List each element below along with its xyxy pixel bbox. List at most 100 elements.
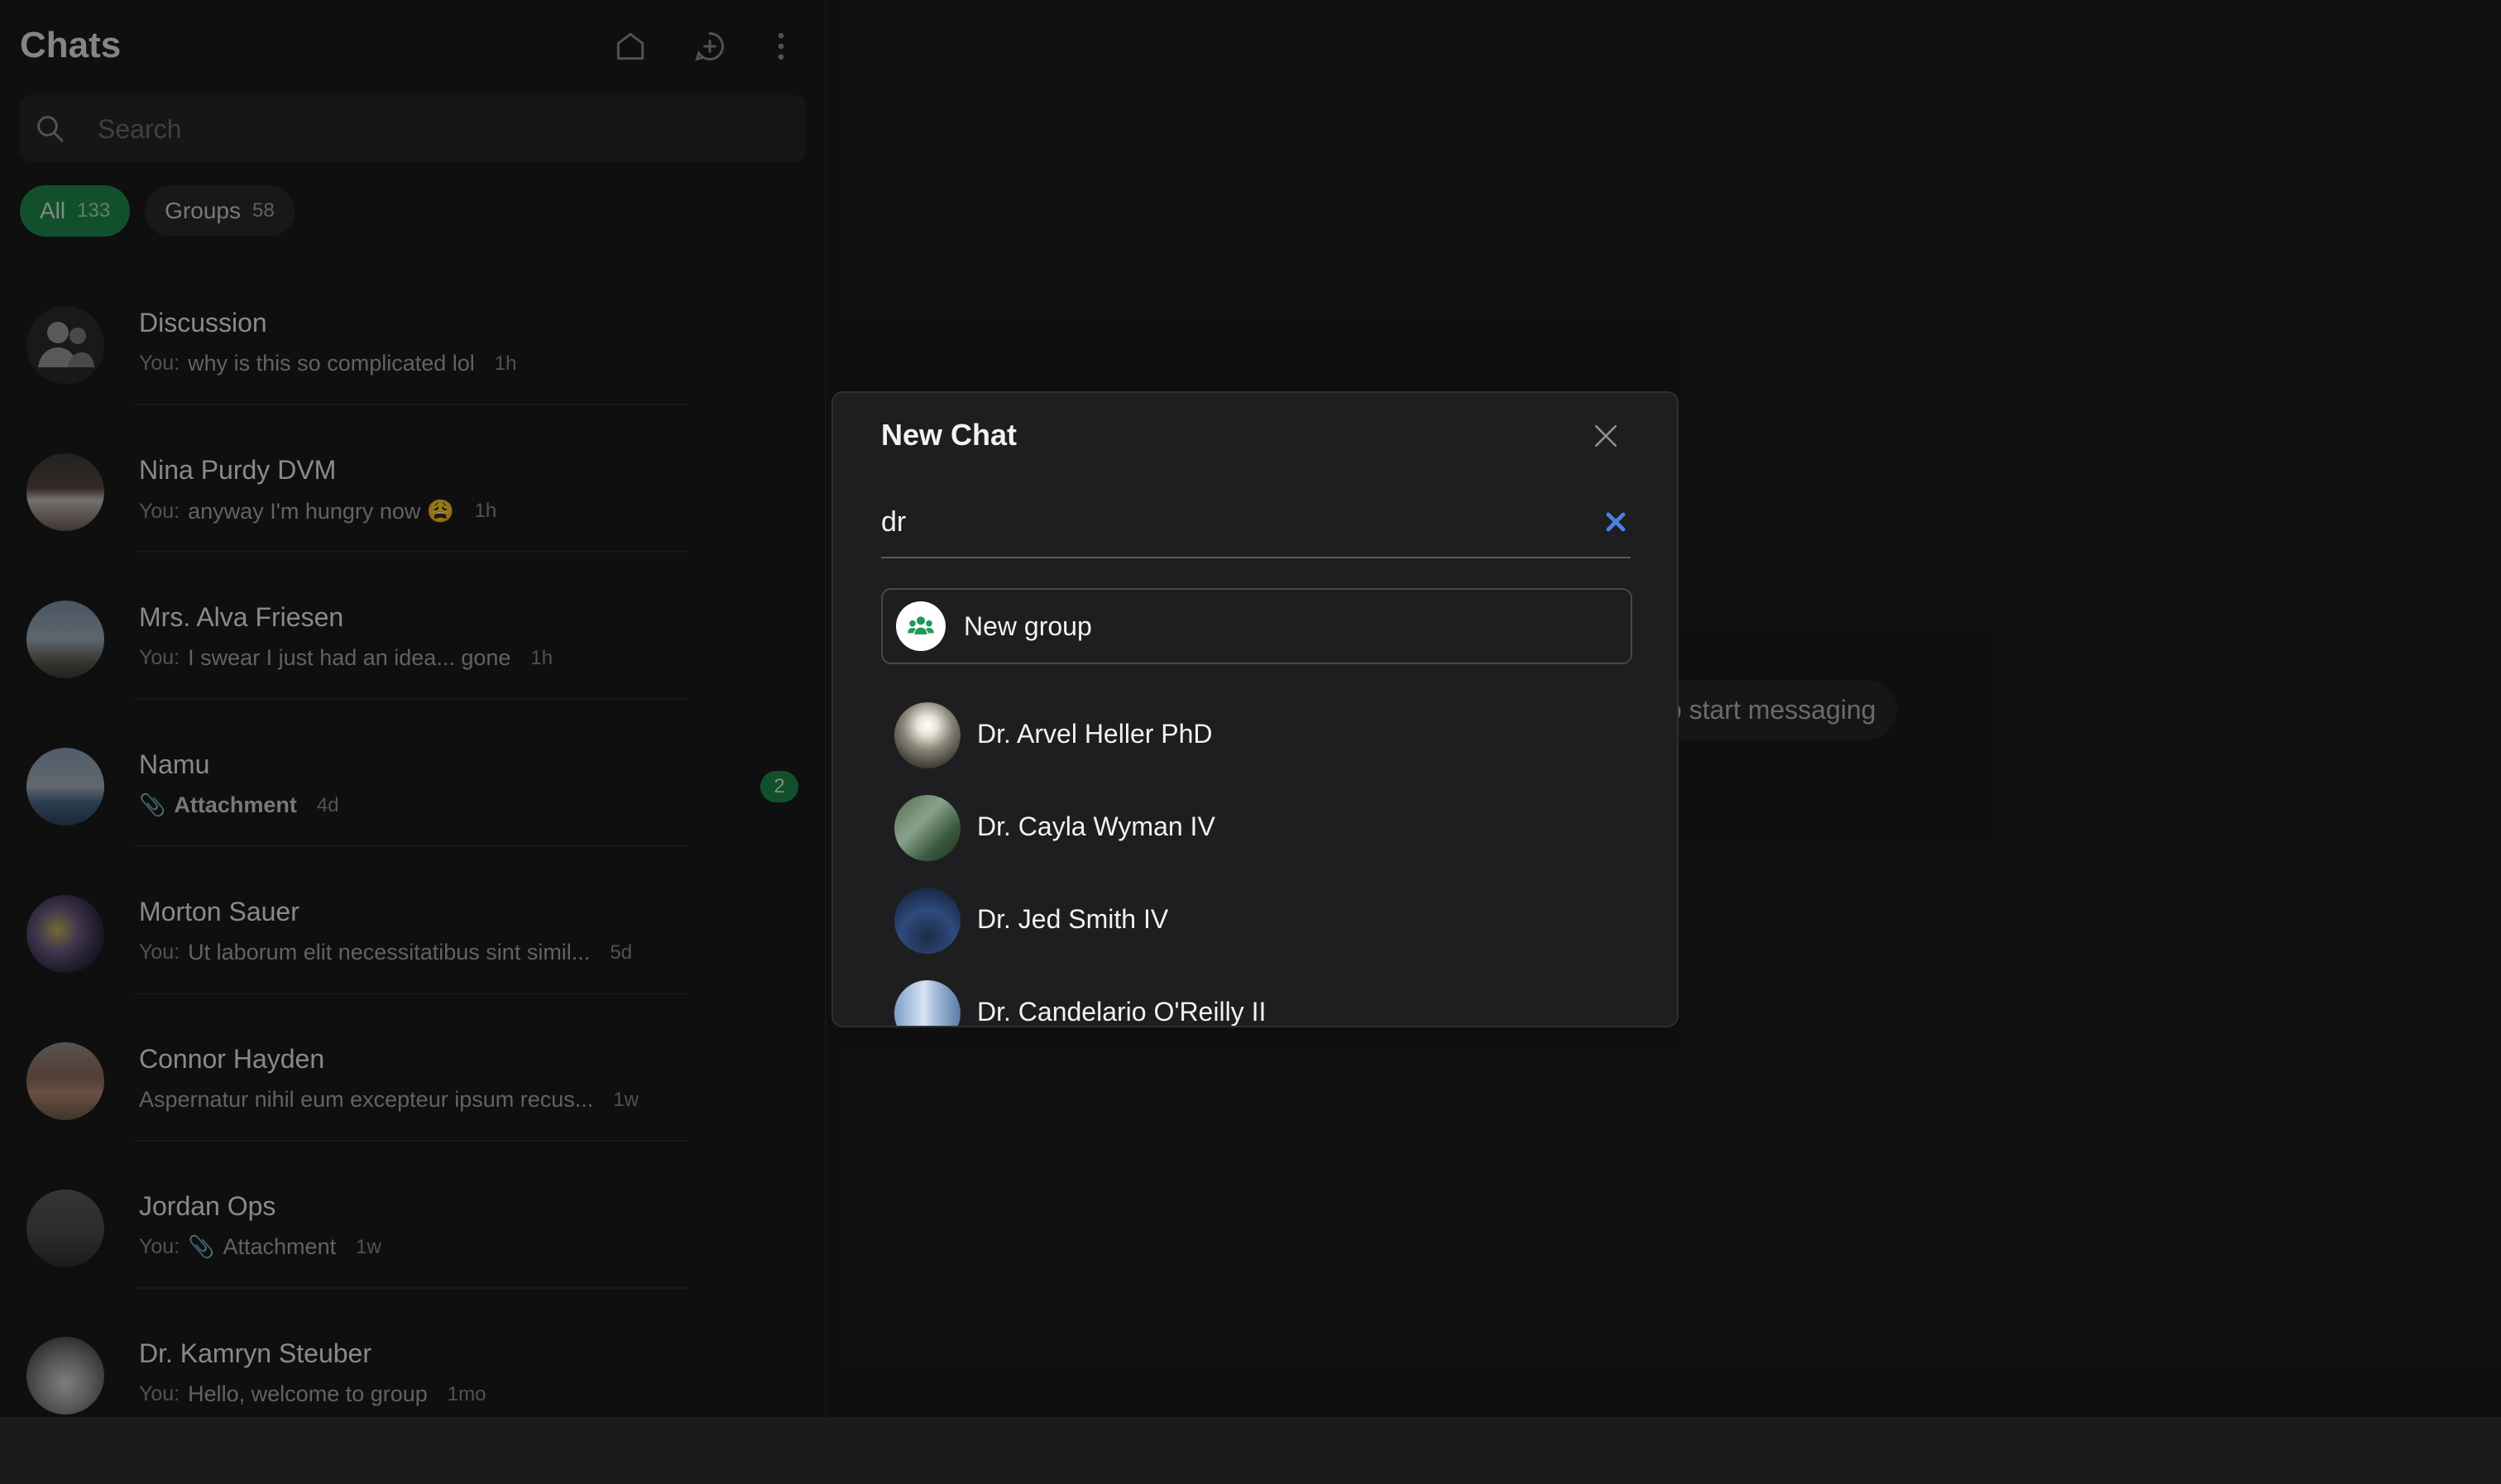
avatar (894, 888, 961, 954)
sidebar-header: Chats (20, 22, 805, 71)
you-prefix: You: (139, 499, 180, 523)
chat-preview: You: 📎 Attachment 1w (139, 1234, 381, 1260)
unread-badge: 2 (760, 771, 798, 802)
divider (134, 993, 688, 994)
close-icon[interactable] (1589, 419, 1622, 452)
chat-time: 1w (613, 1088, 639, 1111)
chat-preview: You: Ut laborum elit necessitatibus sint… (139, 940, 632, 965)
chat-row[interactable]: Jordan Ops You: 📎 Attachment 1w (0, 1190, 825, 1337)
avatar (26, 895, 104, 973)
last-message: Attachment (174, 792, 297, 817)
contact-item[interactable]: Dr. Jed Smith IV (894, 888, 1622, 980)
divider (134, 551, 688, 553)
chat-list: Discussion You: why is this so complicat… (0, 306, 825, 1484)
search-input[interactable] (96, 95, 778, 163)
avatar (26, 453, 104, 531)
chat-preview: 📎 Attachment 4d (139, 792, 339, 818)
filter-groups-label: Groups (165, 198, 241, 223)
last-message: Attachment (223, 1234, 337, 1259)
filter-groups[interactable]: Groups 58 (145, 185, 295, 237)
avatar (894, 980, 961, 1026)
contact-item[interactable]: Dr. Cayla Wyman IV (894, 795, 1622, 888)
new-chat-icon[interactable] (688, 25, 731, 68)
avatar (26, 1190, 104, 1267)
sidebar-title: Chats (20, 25, 122, 65)
search-box (20, 95, 806, 163)
filter-all-label: All (40, 198, 66, 223)
paperclip-icon: 📎 (139, 792, 166, 817)
chat-name: Nina Purdy DVM (139, 455, 337, 485)
chat-time: 1h (530, 646, 553, 669)
chat-name: Mrs. Alva Friesen (139, 602, 344, 632)
chat-time: 1h (494, 352, 517, 375)
chat-preview: You: I swear I just had an idea... gone … (139, 645, 553, 671)
you-prefix: You: (139, 646, 180, 669)
contact-name: Dr. Candelario O'Reilly II (977, 997, 1267, 1027)
chat-time: 1h (474, 500, 497, 522)
last-message: why is this so complicated lol (188, 351, 475, 376)
chat-row[interactable]: Dr. Kamryn Steuber You: Hello, welcome t… (0, 1337, 825, 1484)
last-message: Aspernatur nihil eum excepteur ipsum rec… (139, 1087, 594, 1112)
chat-name: Discussion (139, 308, 267, 337)
search-icon (37, 116, 64, 142)
avatar (26, 748, 104, 826)
contact-search-input[interactable] (881, 491, 1560, 553)
you-prefix: You: (139, 941, 180, 964)
contact-name: Dr. Cayla Wyman IV (977, 811, 1215, 841)
avatar (26, 1042, 104, 1120)
chat-time: 1mo (447, 1382, 486, 1405)
new-chat-modal: New Chat New group Dr. Arvel Heller PhD … (831, 391, 1679, 1027)
you-prefix: You: (139, 1235, 180, 1258)
chat-row[interactable]: Discussion You: why is this so complicat… (0, 306, 825, 453)
chat-preview: You: anyway I'm hungry now 😩 1h (139, 498, 496, 524)
last-message: I swear I just had an idea... gone (188, 645, 511, 670)
contact-search-field (881, 491, 1631, 558)
new-group-button[interactable]: New group (881, 588, 1632, 664)
paperclip-icon: 📎 (188, 1234, 215, 1259)
contact-item[interactable]: Dr. Candelario O'Reilly II (894, 980, 1622, 1027)
divider (134, 698, 688, 700)
chat-row[interactable]: Mrs. Alva Friesen You: I swear I just ha… (0, 601, 825, 748)
filter-all-count: 133 (77, 199, 111, 222)
chat-time: 5d (610, 941, 633, 964)
chat-preview: You: Hello, welcome to group 1mo (139, 1381, 486, 1407)
chat-name: Namu (139, 749, 210, 779)
last-message: anyway I'm hungry now 😩 (188, 499, 455, 524)
contact-name: Dr. Arvel Heller PhD (977, 719, 1213, 749)
chat-row[interactable]: Namu 📎 Attachment 4d 2 (0, 748, 825, 895)
divider (134, 404, 688, 405)
group-icon (896, 601, 946, 651)
filter-chips: All 133 Groups 58 (20, 185, 295, 237)
chat-time: 1w (356, 1235, 381, 1258)
divider (134, 845, 688, 847)
last-message: Hello, welcome to group (188, 1381, 428, 1406)
chat-sidebar: Chats All 133 Groups 58 Discussion (0, 0, 826, 1417)
chat-name: Connor Hayden (139, 1044, 325, 1074)
divider (134, 1287, 688, 1289)
chat-row[interactable]: Nina Purdy DVM You: anyway I'm hungry no… (0, 453, 825, 601)
avatar (894, 795, 961, 861)
home-icon[interactable] (609, 25, 652, 68)
avatar (26, 1337, 104, 1415)
more-options-icon[interactable] (759, 25, 803, 68)
filter-all[interactable]: All 133 (20, 185, 131, 237)
chat-preview: Aspernatur nihil eum excepteur ipsum rec… (139, 1087, 639, 1113)
new-group-label: New group (964, 610, 1092, 641)
modal-title: New Chat (881, 418, 1018, 452)
you-prefix: You: (139, 1382, 180, 1405)
chat-name: Dr. Kamryn Steuber (139, 1338, 371, 1368)
last-message: Ut laborum elit necessitatibus sint simi… (188, 940, 591, 965)
clear-search-icon[interactable] (1601, 507, 1631, 537)
contact-name: Dr. Jed Smith IV (977, 904, 1169, 934)
filter-groups-count: 58 (252, 199, 275, 222)
group-avatar-icon (26, 306, 104, 384)
contact-item[interactable]: Dr. Arvel Heller PhD (894, 702, 1622, 795)
chat-preview: You: why is this so complicated lol 1h (139, 351, 516, 376)
divider (134, 1140, 688, 1142)
avatar (26, 601, 104, 678)
chat-row[interactable]: Morton Sauer You: Ut laborum elit necess… (0, 895, 825, 1042)
you-prefix: You: (139, 352, 180, 375)
chat-row[interactable]: Connor Hayden Aspernatur nihil eum excep… (0, 1042, 825, 1190)
chat-name: Morton Sauer (139, 897, 299, 926)
chat-time: 4d (316, 793, 339, 816)
